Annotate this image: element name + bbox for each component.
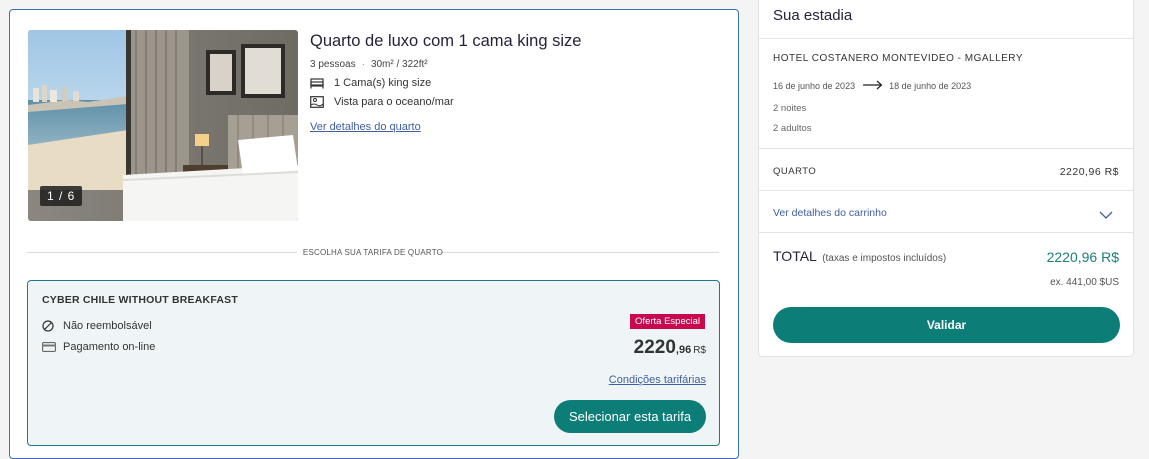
photo-counter: 1 / 6 bbox=[40, 186, 83, 206]
rate-condition-label: Pagamento on-line bbox=[63, 341, 156, 353]
rate-option: CYBER CHILE WITHOUT BREAKFAST Não reembo… bbox=[27, 280, 720, 446]
rate-condition-label: Não reembolsável bbox=[63, 320, 152, 332]
stay-dates: 16 de junho de 2023 18 de junho de 2023 bbox=[773, 80, 971, 92]
room-info: Quarto de luxo com 1 cama king size 3 pe… bbox=[310, 30, 720, 135]
bed-icon bbox=[310, 77, 326, 89]
room-photo[interactable]: 1 / 6 bbox=[28, 30, 298, 221]
rate-condition-payment: Pagamento on-line bbox=[42, 341, 155, 353]
non-refundable-icon bbox=[42, 320, 56, 332]
divider-label: ESCOLHA SUA TARIFA DE QUARTO bbox=[302, 248, 444, 257]
room-card: 1 / 6 Quarto de luxo com 1 cama king siz… bbox=[9, 9, 739, 459]
nights-count: 2 noites bbox=[773, 103, 807, 114]
price-integer: 2220 bbox=[633, 337, 676, 358]
rate-price: 2220,96 R$ bbox=[634, 337, 706, 359]
room-size: 30m² / 322ft² bbox=[370, 59, 428, 70]
checkout-date: 18 de junho de 2023 bbox=[889, 81, 972, 91]
rate-conditions-link[interactable]: Condições tarifárias bbox=[609, 374, 706, 386]
validate-button[interactable]: Validar bbox=[773, 307, 1120, 343]
checkin-date: 16 de junho de 2023 bbox=[773, 81, 856, 91]
sea-view-icon bbox=[310, 96, 326, 108]
rate-section-divider: ESCOLHA SUA TARIFA DE QUARTO bbox=[27, 248, 719, 258]
total-usd: ex. 441,00 $US bbox=[1050, 277, 1119, 288]
rate-condition-refund: Não reembolsável bbox=[42, 320, 152, 332]
room-specs: 3 pessoas · 30m² / 322ft² bbox=[310, 59, 720, 70]
total-label: TOTAL (taxas e impostos incluídos) bbox=[773, 248, 946, 264]
summary-separator bbox=[759, 148, 1133, 149]
summary-title: Sua estadia bbox=[773, 7, 853, 24]
guests-count: 2 adultos bbox=[773, 123, 812, 134]
total-title: TOTAL bbox=[773, 248, 817, 264]
price-decimal: ,96 bbox=[675, 344, 692, 356]
total-price: 2220,96 R$ bbox=[1046, 249, 1119, 265]
summary-separator bbox=[759, 190, 1133, 191]
credit-card-icon bbox=[42, 342, 56, 352]
hotel-name: HOTEL COSTANERO MONTEVIDEO - MGALLERY bbox=[773, 53, 1024, 64]
summary-separator bbox=[759, 232, 1133, 233]
stay-summary: Sua estadia HOTEL COSTANERO MONTEVIDEO -… bbox=[758, 0, 1134, 357]
separator-dot: · bbox=[361, 59, 365, 70]
room-line-label: QUARTO bbox=[773, 166, 817, 177]
special-offer-badge: Oferta Especial bbox=[630, 314, 705, 329]
feature-bed: 1 Cama(s) king size bbox=[310, 77, 720, 89]
room-details-link[interactable]: Ver detalhes do quarto bbox=[310, 121, 421, 133]
price-currency: R$ bbox=[693, 345, 706, 356]
feature-label: Vista para o oceano/mar bbox=[334, 96, 454, 108]
arrow-right-icon bbox=[863, 80, 883, 92]
total-tax-note: (taxas e impostos incluídos) bbox=[822, 253, 947, 264]
summary-separator bbox=[759, 38, 1133, 39]
room-title: Quarto de luxo com 1 cama king size bbox=[310, 32, 582, 50]
room-line-price: 2220,96 R$ bbox=[1059, 166, 1119, 178]
chevron-down-icon[interactable] bbox=[1099, 207, 1113, 219]
rate-name: CYBER CHILE WITHOUT BREAKFAST bbox=[42, 294, 238, 306]
feature-label: 1 Cama(s) king size bbox=[334, 77, 432, 89]
feature-view: Vista para o oceano/mar bbox=[310, 96, 720, 108]
room-capacity: 3 pessoas bbox=[310, 59, 356, 70]
select-rate-button[interactable]: Selecionar esta tarifa bbox=[554, 400, 706, 433]
cart-details-link[interactable]: Ver detalhes do carrinho bbox=[773, 207, 887, 219]
